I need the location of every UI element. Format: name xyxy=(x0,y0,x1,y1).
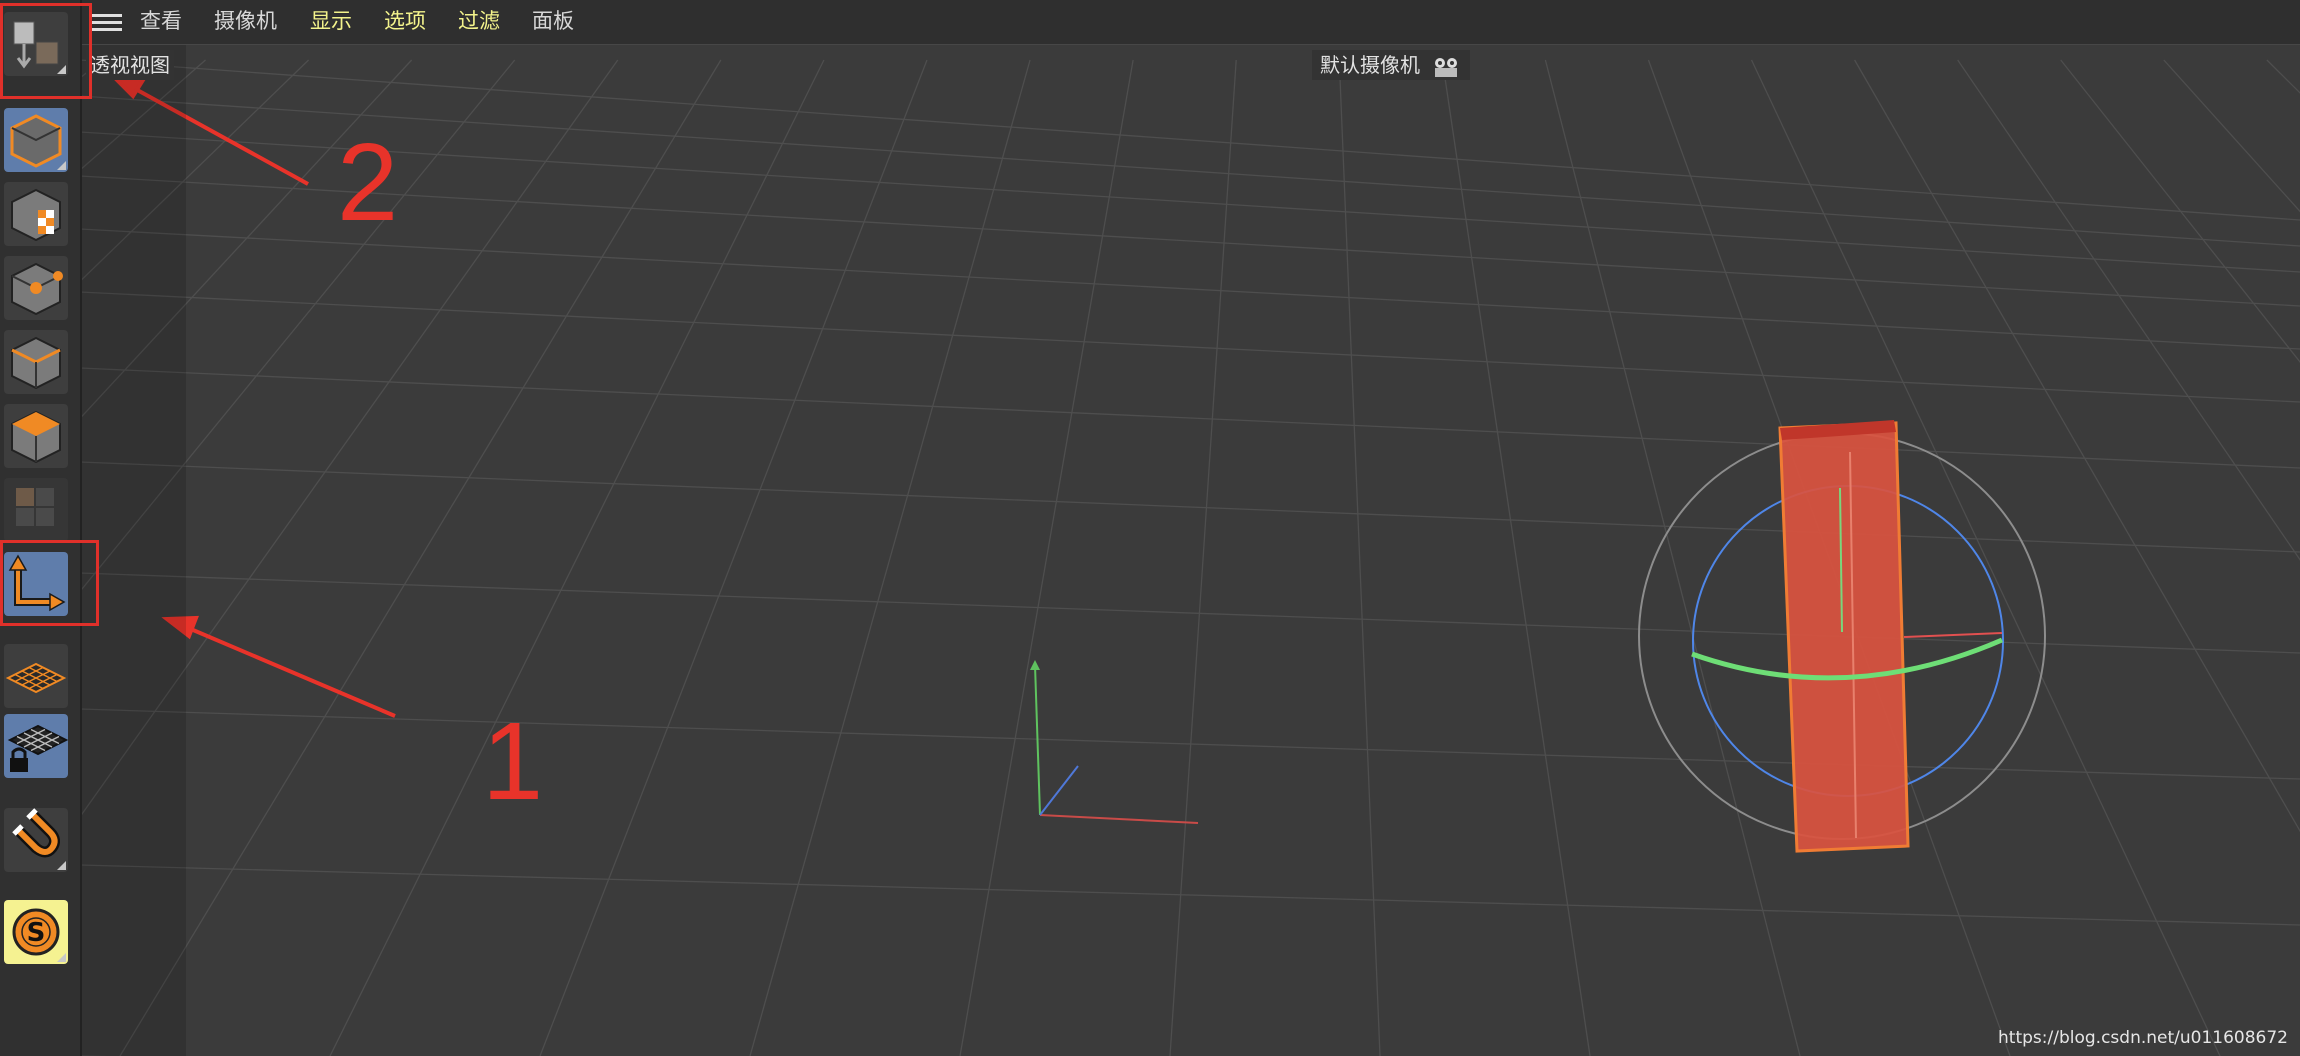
grid-line xyxy=(79,228,2300,350)
snap-button[interactable] xyxy=(4,808,68,872)
annotation-label-1: 1 xyxy=(482,700,544,823)
uv-mode-button[interactable] xyxy=(4,478,68,542)
annotation-box-2 xyxy=(0,3,92,99)
annotation-label-2: 2 xyxy=(337,121,399,244)
locked-workplane-button[interactable] xyxy=(4,714,68,778)
grid-line xyxy=(79,291,2300,403)
soft-selection-button[interactable]: S xyxy=(4,900,68,964)
grid-line xyxy=(749,59,1031,1056)
camera-icon xyxy=(1435,57,1458,77)
polygons-mode-icon xyxy=(11,410,61,464)
grid-line xyxy=(1169,59,1237,1056)
object-body xyxy=(1778,421,1910,853)
grid-line xyxy=(79,95,2300,247)
selected-object[interactable] xyxy=(1638,420,2046,853)
object-axis-x xyxy=(1903,632,2003,638)
menu-view[interactable]: 查看 xyxy=(140,5,182,37)
mode-toolbar: S xyxy=(0,0,82,1056)
grid-line xyxy=(2163,59,2300,213)
grid-line xyxy=(79,708,2300,780)
viewport-menu-bar: 查看 摄像机 显示 选项 过滤 面板 xyxy=(80,0,2300,45)
svg-text:S: S xyxy=(27,918,46,948)
world-axis-z xyxy=(1039,765,1079,816)
camera-name-label: 默认摄像机 xyxy=(1320,53,1420,77)
grid-line xyxy=(119,59,722,1056)
texture-mode-icon xyxy=(11,188,61,242)
grid-line xyxy=(79,367,2300,469)
watermark-url: https://blog.csdn.net/u011608672 xyxy=(1998,1028,2288,1048)
world-axis-x xyxy=(1039,814,1199,824)
grid-line xyxy=(79,572,2300,654)
annotation-box-1 xyxy=(0,540,99,626)
workplane-button[interactable] xyxy=(4,644,68,708)
annotation-arrow-1 xyxy=(185,625,396,718)
grid-line xyxy=(329,59,825,1056)
hamburger-menu-icon[interactable] xyxy=(92,10,122,34)
menu-camera[interactable]: 摄像机 xyxy=(214,5,277,37)
model-mode-button[interactable] xyxy=(4,108,68,172)
grid-line xyxy=(79,131,2300,273)
locked-workplane-icon xyxy=(7,724,68,772)
menu-panel[interactable]: 面板 xyxy=(532,5,574,37)
grid-line xyxy=(79,864,2300,926)
points-mode-icon xyxy=(11,262,63,316)
edges-mode-button[interactable] xyxy=(4,330,68,394)
menu-display[interactable]: 显示 xyxy=(310,5,352,37)
grid-line xyxy=(1957,59,2300,561)
grid-line xyxy=(1338,59,1381,1056)
world-axis-y-arrow xyxy=(1030,660,1040,670)
grid-line xyxy=(2266,59,2300,94)
view-name-label[interactable]: 透视视图 xyxy=(86,50,174,80)
edges-mode-icon xyxy=(11,336,61,390)
grid-line xyxy=(2060,59,2300,363)
grid-line xyxy=(959,59,1134,1056)
grid-line xyxy=(1441,59,1591,1056)
texture-mode-button[interactable] xyxy=(4,182,68,246)
menu-filter[interactable]: 过滤 xyxy=(458,5,500,37)
camera-selector[interactable]: 默认摄像机 xyxy=(1312,50,1471,80)
workplane-icon xyxy=(5,662,67,694)
grid-line xyxy=(1854,59,2300,833)
polygons-mode-button[interactable] xyxy=(4,404,68,468)
grid-line xyxy=(539,59,928,1056)
world-axis-y xyxy=(1034,664,1041,816)
uv-mode-icon xyxy=(16,488,54,526)
menu-options[interactable]: 选项 xyxy=(384,5,426,37)
points-mode-button[interactable] xyxy=(4,256,68,320)
